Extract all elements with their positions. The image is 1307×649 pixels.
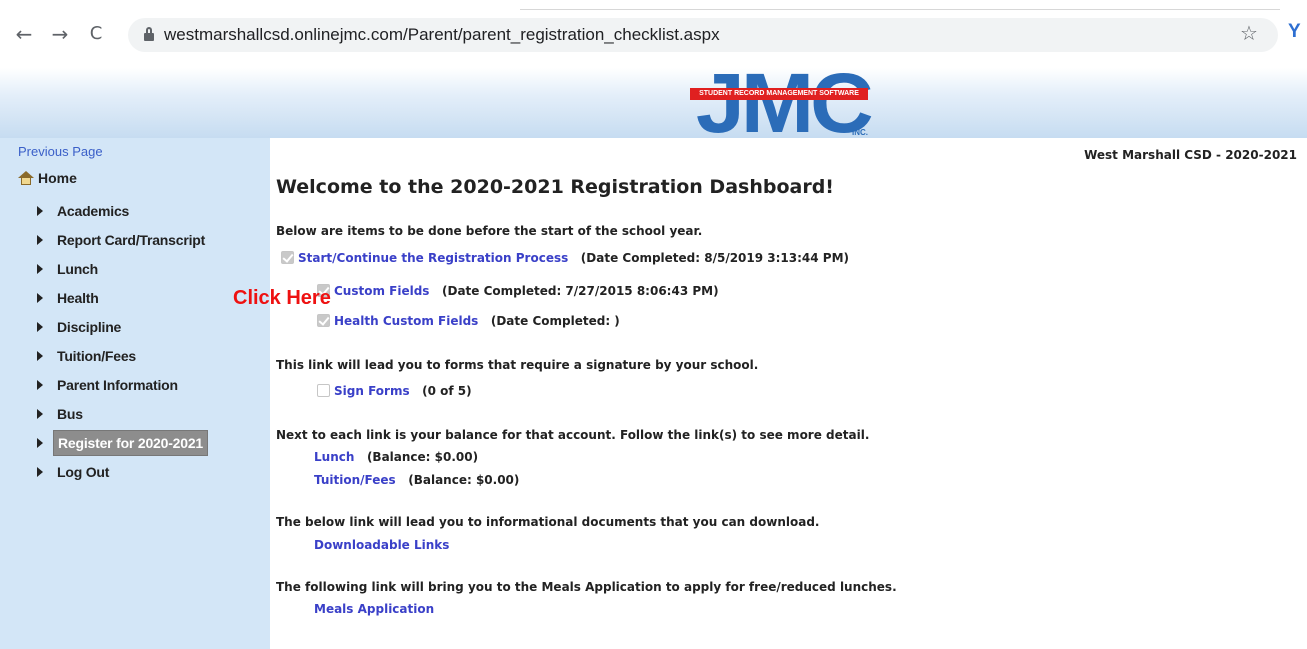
main-content: West Marshall CSD - 2020-2021 Welcome to… <box>276 138 1306 649</box>
tab-strip-left <box>520 0 900 10</box>
docs-intro-text: The below link will lead you to informat… <box>276 515 820 529</box>
sidebar-item-label: Academics <box>57 202 130 219</box>
custom-fields-link[interactable]: Custom Fields <box>334 284 429 298</box>
sidebar-item-log-out[interactable]: Log Out <box>34 457 270 486</box>
task-row: Health Custom Fields (Date Completed: ) <box>317 314 620 328</box>
balance-status: (Balance: $0.00) <box>366 450 479 464</box>
jmc-logo: JMC STUDENT RECORD MANAGEMENT SOFTWARE I… <box>690 56 874 150</box>
lunch-balance-link[interactable]: Lunch <box>314 450 354 464</box>
task-status: (Date Completed: ) <box>490 314 620 328</box>
sidebar-item-discipline[interactable]: Discipline <box>34 312 270 341</box>
sidebar-menu: Academics Report Card/Transcript Lunch H… <box>34 196 270 486</box>
task-status: (Date Completed: 7/27/2015 8:06:43 PM) <box>442 284 719 298</box>
home-label: Home <box>38 170 77 186</box>
expand-arrow-icon <box>37 321 43 332</box>
tab-strip-right <box>900 0 1280 10</box>
sidebar-item-report-card[interactable]: Report Card/Transcript <box>34 225 270 254</box>
page-title: Welcome to the 2020-2021 Registration Da… <box>276 176 834 198</box>
logo-band-text: STUDENT RECORD MANAGEMENT SOFTWARE <box>690 88 868 100</box>
sidebar-item-label: Report Card/Transcript <box>57 231 206 248</box>
sidebar-item-lunch[interactable]: Lunch <box>34 254 270 283</box>
sidebar-item-label: Tuition/Fees <box>57 347 137 364</box>
sidebar-item-label: Lunch <box>57 260 98 277</box>
expand-arrow-icon <box>37 205 43 216</box>
sidebar-item-label: Health <box>57 289 99 306</box>
sidebar-item-register[interactable]: Register for 2020-2021 <box>34 428 270 457</box>
sidebar-item-label: Bus <box>57 405 83 422</box>
lock-icon <box>144 27 154 41</box>
meals-application-link[interactable]: Meals Application <box>314 602 434 616</box>
sign-forms-status: (0 of 5) <box>422 384 472 398</box>
balance-status: (Balance: $0.00) <box>408 473 520 487</box>
intro-text: Below are items to be done before the st… <box>276 224 703 238</box>
expand-arrow-icon <box>37 292 43 303</box>
url-text[interactable]: westmarshallcsd.onlinejmc.com/Parent/par… <box>164 25 720 45</box>
checkbox <box>317 384 330 397</box>
expand-arrow-icon <box>37 263 43 274</box>
sidebar-item-label: Log Out <box>57 463 110 480</box>
district-label: West Marshall CSD - 2020-2021 <box>1084 148 1297 162</box>
sidebar-item-academics[interactable]: Academics <box>34 196 270 225</box>
downloadable-links-link[interactable]: Downloadable Links <box>314 538 449 552</box>
reload-icon[interactable]: C <box>86 22 106 46</box>
logo-inc-text: INC. <box>852 128 868 137</box>
bookmark-star-icon[interactable]: ☆ <box>1240 21 1258 45</box>
health-custom-fields-link[interactable]: Health Custom Fields <box>334 314 478 328</box>
extension-icon[interactable]: Y <box>1288 21 1301 43</box>
task-row: Start/Continue the Registration Process … <box>281 251 849 265</box>
logo-main-text: JMC <box>695 56 874 150</box>
forward-icon[interactable]: → <box>50 22 70 46</box>
click-here-annotation: Click Here <box>233 287 331 309</box>
checkbox <box>317 314 330 327</box>
expand-arrow-icon <box>37 350 43 361</box>
sidebar-item-label: Register for 2020-2021 <box>53 429 209 456</box>
balance-intro-text: Next to each link is your balance for th… <box>276 428 870 442</box>
page-banner <box>0 68 1307 138</box>
expand-arrow-icon <box>37 408 43 419</box>
sidebar: Previous Page Home Academics Report Card… <box>0 138 270 649</box>
meals-intro-text: The following link will bring you to the… <box>276 580 897 594</box>
tuition-fees-balance-link[interactable]: Tuition/Fees <box>314 473 396 487</box>
balance-row: Tuition/Fees (Balance: $0.00) <box>314 473 519 487</box>
task-status: (Date Completed: 8/5/2019 3:13:44 PM) <box>580 251 850 265</box>
home-link[interactable]: Home <box>18 170 77 186</box>
meals-application-label: Meals Application <box>314 602 435 616</box>
back-icon[interactable]: ← <box>14 22 34 46</box>
sign-intro-text: This link will lead you to forms that re… <box>276 358 759 372</box>
sidebar-item-label: Discipline <box>57 318 122 335</box>
sidebar-item-tuition-fees[interactable]: Tuition/Fees <box>34 341 270 370</box>
previous-page-link[interactable]: Previous Page <box>18 144 103 159</box>
task-row: Custom Fields (Date Completed: 7/27/2015… <box>317 284 719 298</box>
sidebar-item-label: Parent Information <box>57 376 178 393</box>
sign-forms-link[interactable]: Sign Forms <box>334 384 410 398</box>
expand-arrow-icon <box>37 466 43 477</box>
expand-arrow-icon <box>37 234 43 245</box>
sidebar-item-parent-information[interactable]: Parent Information <box>34 370 270 399</box>
browser-chrome: ← → C westmarshallcsd.onlinejmc.com/Pare… <box>0 0 1307 68</box>
sidebar-item-bus[interactable]: Bus <box>34 399 270 428</box>
expand-arrow-icon <box>37 437 43 448</box>
checkbox <box>281 251 294 264</box>
sign-forms-row: Sign Forms (0 of 5) <box>317 384 472 398</box>
registration-process-link[interactable]: Start/Continue the Registration Process <box>298 251 568 265</box>
balance-row: Lunch (Balance: $0.00) <box>314 450 478 464</box>
downloadable-links-label: Downloadable Links <box>314 538 450 552</box>
home-icon <box>18 171 34 185</box>
expand-arrow-icon <box>37 379 43 390</box>
